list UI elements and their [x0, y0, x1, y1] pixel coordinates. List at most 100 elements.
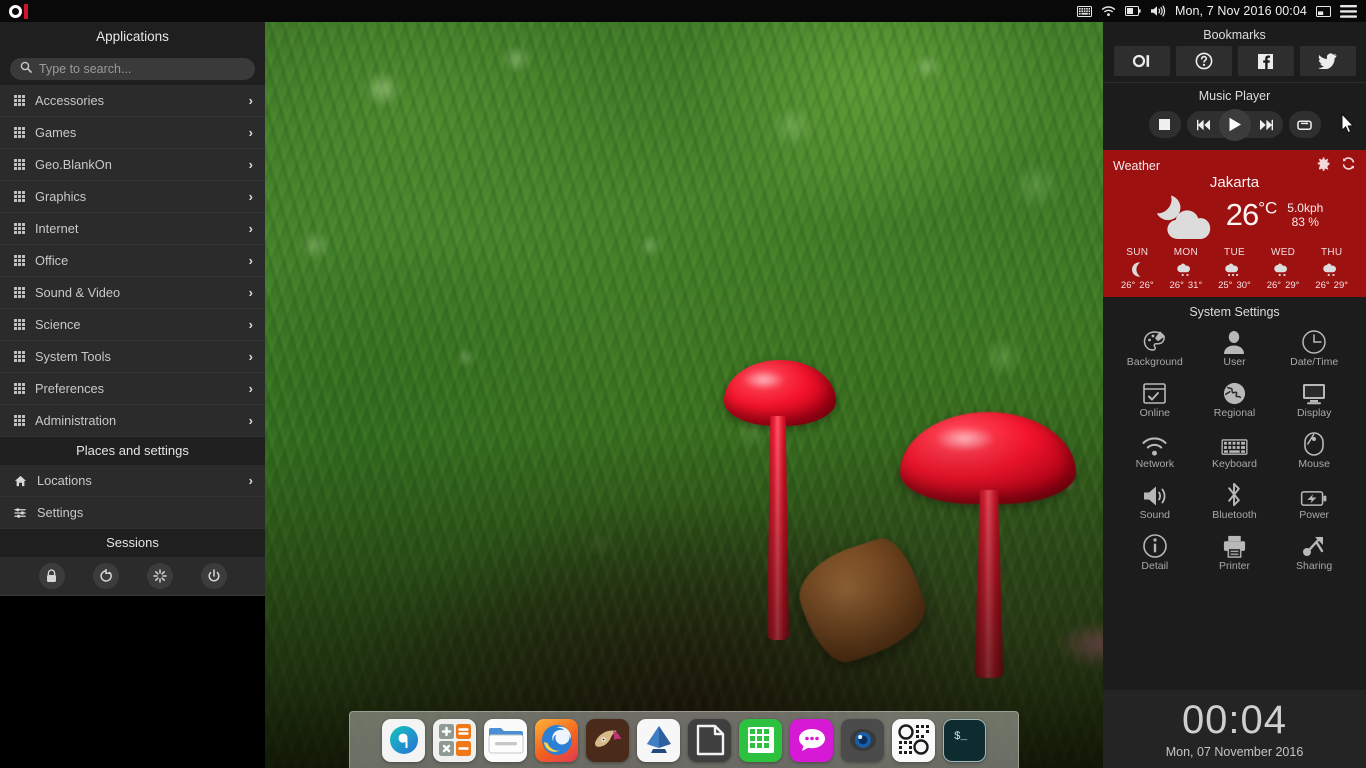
hamburger-menu-icon[interactable] — [1340, 4, 1357, 18]
settings-item-user[interactable]: User — [1195, 325, 1275, 368]
dock-item-inkscape[interactable] — [637, 718, 680, 762]
forecast-high: 30° — [1236, 280, 1251, 291]
menu-category-accessories[interactable]: Accessories › — [0, 85, 265, 117]
settings-item-power[interactable]: Power — [1274, 478, 1354, 521]
dock-item-calculator[interactable] — [433, 718, 476, 762]
chevron-right-icon: › — [248, 317, 253, 332]
settings-item-date-time[interactable]: Date/Time — [1274, 325, 1354, 368]
menu-category-label: Geo.BlankOn — [35, 157, 112, 172]
palette-icon — [1142, 325, 1168, 355]
forecast-day: SUN 26° 26° — [1113, 247, 1162, 291]
forecast-low: 25° — [1218, 280, 1233, 291]
settings-item-mouse[interactable]: Mouse — [1274, 427, 1354, 470]
menu-category-administration[interactable]: Administration › — [0, 405, 265, 437]
settings-item-detail[interactable]: Detail — [1115, 529, 1195, 572]
settings-item-keyboard[interactable]: Keyboard — [1195, 427, 1275, 470]
gear-icon[interactable] — [1316, 156, 1331, 176]
sessions-header: Sessions — [0, 529, 265, 557]
weather-wind: 5.0kph — [1287, 200, 1324, 215]
forecast-day-name: WED — [1270, 247, 1296, 258]
monitor-icon — [1301, 376, 1327, 406]
workspace-switcher-icon[interactable] — [1316, 5, 1331, 17]
settings-item-sharing[interactable]: Sharing — [1274, 529, 1354, 572]
battery-icon[interactable] — [1124, 6, 1141, 16]
settings-item-printer[interactable]: Printer — [1195, 529, 1275, 572]
search-input[interactable]: Type to search... — [10, 58, 255, 80]
menu-category-preferences[interactable]: Preferences › — [0, 373, 265, 405]
forecast-day-name: MON — [1173, 247, 1198, 258]
battery-icon — [1300, 478, 1328, 508]
weather-title: Weather — [1113, 159, 1161, 173]
dock-item-firefox[interactable] — [535, 718, 578, 762]
grid-icon — [14, 127, 25, 138]
settings-item-display[interactable]: Display — [1274, 376, 1354, 419]
settings-item-network[interactable]: Network — [1115, 427, 1195, 470]
application-menu: Applications Type to search... Accessori… — [0, 22, 265, 595]
chevron-right-icon: › — [248, 381, 253, 396]
dock-item-file-manager[interactable] — [484, 718, 527, 762]
dock-item-software-center[interactable] — [382, 718, 425, 762]
bookmark-help-icon[interactable] — [1175, 46, 1232, 76]
panel-clock[interactable]: Mon, 7 Nov 2016 00:04 — [1175, 4, 1307, 18]
menu-category-internet[interactable]: Internet › — [0, 213, 265, 245]
moon-icon — [1113, 258, 1162, 280]
previous-button[interactable] — [1187, 111, 1221, 138]
play-button[interactable] — [1218, 108, 1251, 141]
dock-item-terminal[interactable]: $_ — [943, 718, 986, 762]
system-tray: Mon, 7 Nov 2016 00:04 — [1076, 4, 1366, 18]
bookmark-facebook-icon[interactable] — [1237, 46, 1294, 76]
clock-date: Mon, 07 November 2016 — [1165, 744, 1304, 759]
repeat-button[interactable] — [1288, 111, 1321, 138]
forecast-high: 29° — [1333, 280, 1349, 291]
forecast-low: 26° — [1169, 280, 1184, 291]
dock-item-spreadsheet[interactable] — [739, 718, 782, 762]
next-button[interactable] — [1249, 111, 1283, 138]
refresh-icon[interactable] — [1341, 156, 1356, 176]
places-item-settings[interactable]: Settings — [0, 497, 265, 529]
dock-item-image-viewer[interactable] — [841, 718, 884, 762]
settings-item-label: Network — [1135, 458, 1175, 470]
settings-item-background[interactable]: Background — [1115, 325, 1195, 368]
dock-item-mail[interactable] — [586, 718, 629, 762]
bookmark-twitter-icon[interactable] — [1299, 46, 1356, 76]
settings-item-bluetooth[interactable]: Bluetooth — [1195, 478, 1275, 521]
settings-item-online[interactable]: Online — [1115, 376, 1195, 419]
bookmarks-list — [1103, 46, 1366, 82]
settings-item-label: Power — [1299, 509, 1330, 521]
bookmark-blankon-icon[interactable] — [1113, 46, 1170, 76]
grid-icon — [14, 255, 25, 266]
forecast-high: 29° — [1285, 280, 1300, 291]
suspend-icon[interactable] — [146, 563, 173, 589]
places-item-label: Settings — [37, 505, 84, 520]
globe-icon — [1222, 376, 1247, 406]
menu-category-science[interactable]: Science › — [0, 309, 265, 341]
settings-item-regional[interactable]: Regional — [1195, 376, 1275, 419]
clock-time: 00:04 — [1181, 697, 1288, 742]
menu-category-office[interactable]: Office › — [0, 245, 265, 277]
keyboard-icon[interactable] — [1076, 5, 1092, 17]
places-item-locations[interactable]: Locations › — [0, 465, 265, 497]
cloud-rain-icon — [1210, 258, 1259, 280]
volume-icon[interactable] — [1150, 5, 1166, 17]
lock-icon[interactable] — [38, 563, 65, 589]
forecast-day: THU 26° 29° — [1307, 247, 1356, 291]
dock-item-libreoffice[interactable] — [688, 718, 731, 762]
power-icon[interactable] — [200, 563, 227, 589]
dock-item-system-monitor[interactable] — [892, 718, 935, 762]
forecast-low: 26° — [1266, 280, 1282, 291]
logout-icon[interactable] — [92, 563, 119, 589]
menu-category-games[interactable]: Games › — [0, 117, 265, 149]
menu-category-geo-blankon[interactable]: Geo.BlankOn › — [0, 149, 265, 181]
menu-category-label: Administration — [35, 413, 117, 428]
wifi-icon[interactable] — [1101, 5, 1116, 17]
menu-category-graphics[interactable]: Graphics › — [0, 181, 265, 213]
forecast-temps: 26° 31° — [1162, 280, 1211, 291]
settings-item-sound[interactable]: Sound — [1115, 478, 1195, 521]
chevron-right-icon: › — [248, 253, 253, 268]
blankon-logo-icon[interactable] — [0, 0, 36, 22]
stop-button[interactable] — [1148, 111, 1181, 138]
dock-item-messenger[interactable] — [790, 718, 833, 762]
application-dock: $_ — [349, 711, 1019, 768]
menu-category-sound-video[interactable]: Sound & Video › — [0, 277, 265, 309]
menu-category-system-tools[interactable]: System Tools › — [0, 341, 265, 373]
